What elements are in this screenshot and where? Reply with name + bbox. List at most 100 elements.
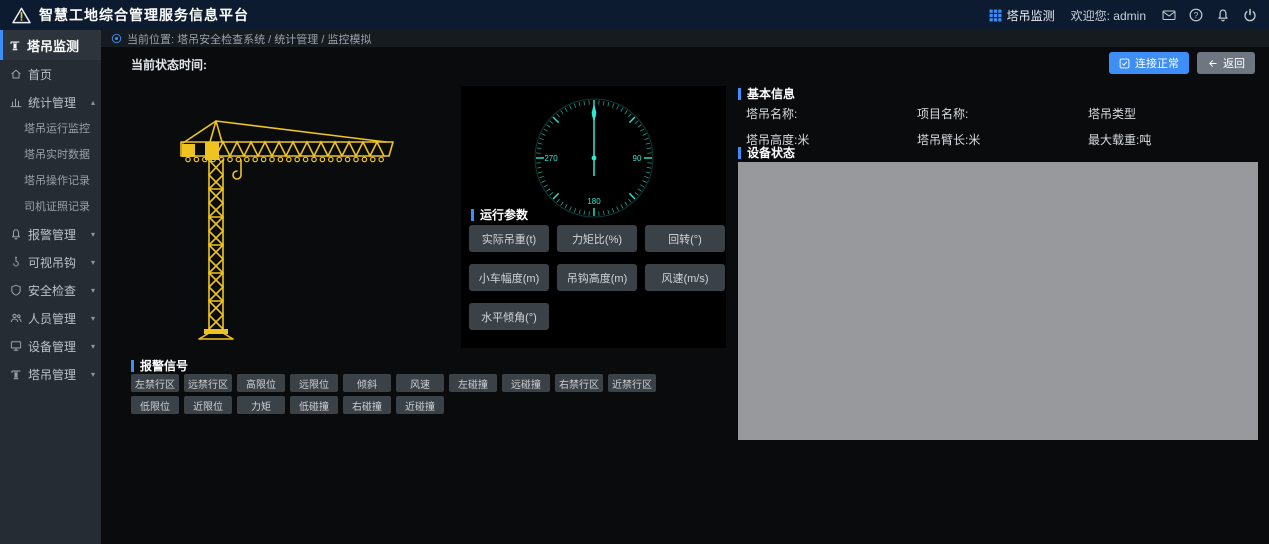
sidebar: 塔吊监测 首页统计管理▴塔吊运行监控塔吊实时数据塔吊操作记录司机证照记录报警管理…: [0, 30, 101, 544]
basic-info-title: 基本信息: [738, 85, 795, 102]
param-button[interactable]: 实际吊重(t): [469, 225, 549, 252]
sidebar-item-label: 可视吊钩: [28, 254, 76, 271]
bell-icon[interactable]: [1216, 8, 1230, 22]
alarm-button[interactable]: 低碰撞: [290, 396, 338, 414]
gauge-needle: [591, 103, 596, 176]
sidebar-item-label: 统计管理: [28, 94, 76, 111]
alarm-button[interactable]: 左禁行区: [131, 374, 179, 392]
param-button[interactable]: 力矩比(%): [557, 225, 637, 252]
device-status-panel: [738, 162, 1258, 440]
param-button[interactable]: 水平倾角(°): [469, 303, 549, 330]
mail-icon[interactable]: [1162, 8, 1176, 22]
sidebar-item-label: 首页: [28, 66, 52, 83]
param-button[interactable]: 小车幅度(m): [469, 264, 549, 291]
info-field-3: 塔吊类型: [1088, 105, 1259, 122]
sidebar-item-7[interactable]: 设备管理 ▾: [0, 332, 101, 360]
hook-icon: [10, 256, 22, 268]
alarm-button[interactable]: 近限位: [184, 396, 232, 414]
sidebar-item-label: 人员管理: [28, 310, 76, 327]
alarm-button[interactable]: 力矩: [237, 396, 285, 414]
breadcrumb-text: 当前位置: 塔吊安全检查系统 / 统计管理 / 监控模拟: [127, 31, 371, 47]
power-icon[interactable]: [1243, 8, 1257, 22]
chevron-down-icon: ▾: [91, 286, 95, 295]
chevron-down-icon: ▾: [91, 258, 95, 267]
back-button[interactable]: 返回: [1197, 52, 1255, 74]
sidebar-subitem[interactable]: 塔吊操作记录: [0, 168, 101, 194]
chevron-down-icon: ▾: [91, 342, 95, 351]
people-icon: [10, 312, 22, 324]
param-button[interactable]: 回转(°): [645, 225, 725, 252]
sidebar-item-8[interactable]: 塔吊管理 ▾: [0, 360, 101, 388]
alarm-button[interactable]: 倾斜: [343, 374, 391, 392]
sidebar-item-2[interactable]: 统计管理 ▴: [0, 88, 101, 116]
info-field-6: 最大载重:吨: [1088, 131, 1259, 148]
grid-icon: [989, 9, 1002, 22]
topbar: 智慧工地综合管理服务信息平台 塔吊监测 欢迎您: admin ?: [0, 0, 1269, 30]
alarm-button[interactable]: 远碰撞: [502, 374, 550, 392]
alarm-button[interactable]: 远限位: [290, 374, 338, 392]
warning-triangle-icon: [12, 7, 31, 24]
tower-icon: [10, 368, 22, 380]
alarm-button[interactable]: 右禁行区: [555, 374, 603, 392]
alarm-button[interactable]: 风速: [396, 374, 444, 392]
top-actions: 连接正常 返回: [1109, 52, 1255, 74]
rotation-gauge: 090180270: [519, 88, 669, 228]
device-status-title: 设备状态: [738, 144, 795, 161]
sidebar-item-1[interactable]: 首页: [0, 60, 101, 88]
svg-text:270: 270: [544, 154, 558, 163]
chevron-down-icon: ▾: [91, 314, 95, 323]
svg-text:90: 90: [632, 154, 641, 163]
basic-info-grid: 塔吊名称:项目名称:塔吊类型塔吊高度:米塔吊臂长:米最大载重:吨: [746, 105, 1269, 148]
param-button[interactable]: 风速(m/s): [645, 264, 725, 291]
sidebar-subitem[interactable]: 塔吊运行监控: [0, 116, 101, 142]
shield-icon: [10, 284, 22, 296]
alarms-section-title: 报警信号: [131, 357, 188, 374]
sidebar-subitem[interactable]: 司机证照记录: [0, 194, 101, 220]
app-title: 智慧工地综合管理服务信息平台: [39, 5, 249, 25]
alarm-row: 左禁行区远禁行区高限位远限位倾斜风速左碰撞远碰撞右禁行区近禁行区: [131, 374, 656, 392]
connect-status-button[interactable]: 连接正常: [1109, 52, 1189, 74]
info-field-1: 塔吊名称:: [746, 105, 917, 122]
sidebar-header[interactable]: 塔吊监测: [0, 30, 101, 60]
bell-icon: [10, 228, 22, 240]
sidebar-item-label: 设备管理: [28, 338, 76, 355]
home-icon: [10, 68, 22, 80]
monitor-icon: [10, 340, 22, 352]
help-icon[interactable]: ?: [1189, 8, 1203, 22]
param-button[interactable]: 吊钩高度(m): [557, 264, 637, 291]
svg-text:180: 180: [587, 197, 601, 206]
alarm-button[interactable]: 低限位: [131, 396, 179, 414]
alarm-button[interactable]: 远禁行区: [184, 374, 232, 392]
info-field-5: 塔吊臂长:米: [917, 131, 1088, 148]
sidebar-item-label: 塔吊管理: [28, 366, 76, 383]
breadcrumb: 当前位置: 塔吊安全检查系统 / 统计管理 / 监控模拟: [101, 30, 1269, 47]
alarm-button[interactable]: 高限位: [237, 374, 285, 392]
topbar-left: 智慧工地综合管理服务信息平台: [12, 5, 249, 25]
alarm-button[interactable]: 近碰撞: [396, 396, 444, 414]
module-label: 塔吊监测: [1007, 7, 1055, 24]
sidebar-item-4[interactable]: 可视吊钩 ▾: [0, 248, 101, 276]
alarm-button[interactable]: 左碰撞: [449, 374, 497, 392]
sidebar-item-label: 报警管理: [28, 226, 76, 243]
module-switcher[interactable]: 塔吊监测: [989, 7, 1055, 24]
sidebar-nav: 首页统计管理▴塔吊运行监控塔吊实时数据塔吊操作记录司机证照记录报警管理▾可视吊钩…: [0, 60, 101, 388]
topbar-right: 塔吊监测 欢迎您: admin ?: [989, 7, 1257, 24]
sidebar-item-5[interactable]: 安全检查 ▾: [0, 276, 101, 304]
monitor-panel: 090180270 运行参数 实际吊重(t)力矩比(%)回转(°)小车幅度(m)…: [461, 86, 726, 348]
status-time-label: 当前状态时间:: [131, 56, 207, 73]
chevron-down-icon: ▾: [91, 230, 95, 239]
sidebar-item-label: 安全检查: [28, 282, 76, 299]
stats-icon: [10, 96, 22, 108]
tower-crane-illustration: [131, 111, 401, 346]
chevron-down-icon: ▾: [91, 370, 95, 379]
params-grid: 实际吊重(t) 力矩比(%) 回转(°) 小车幅度(m) 吊钩高度(m) 风速(m/s) 水…: [469, 225, 725, 330]
tower-icon: [9, 39, 21, 51]
location-target-icon: [111, 33, 122, 44]
sidebar-item-6[interactable]: 人员管理 ▾: [0, 304, 101, 332]
sidebar-item-3[interactable]: 报警管理 ▾: [0, 220, 101, 248]
alarm-button[interactable]: 近禁行区: [608, 374, 656, 392]
chevron-up-icon: ▴: [91, 98, 95, 107]
alarm-rows: 左禁行区远禁行区高限位远限位倾斜风速左碰撞远碰撞右禁行区近禁行区低限位近限位力矩…: [131, 374, 656, 414]
alarm-button[interactable]: 右碰撞: [343, 396, 391, 414]
sidebar-subitem[interactable]: 塔吊实时数据: [0, 142, 101, 168]
